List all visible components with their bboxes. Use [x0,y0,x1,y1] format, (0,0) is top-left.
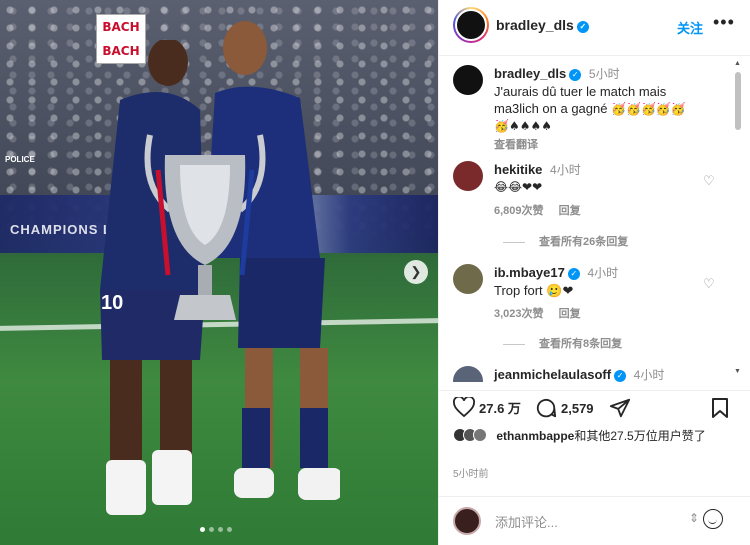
add-comment-bar: 添加评论... ⇕ [439,496,750,545]
author-avatar[interactable] [453,7,489,43]
current-user-avatar [453,507,481,535]
scrollbar-thumb[interactable] [735,72,741,130]
liked-by-summary[interactable]: ethanmbappe和其他27.5万位用户赞了 [453,428,743,444]
caption-avatar[interactable] [453,65,483,95]
comment-like-count[interactable]: 3,023次赞 [494,308,544,320]
carousel-dots [200,527,232,532]
verified-badge-icon: ✓ [569,69,582,81]
post-timestamp: 5小时前 [453,469,489,480]
post-actions: 27.6 万 2,579 [439,390,750,424]
scroll-up-icon[interactable]: ▲ [734,60,741,67]
commenter-avatar[interactable] [453,264,483,294]
comment-text: 😂😂❤❤ [494,180,543,194]
expand-icon[interactable]: ⇕ [689,511,699,525]
reply-button[interactable]: 回复 [559,308,581,320]
police-label: POLICE [5,155,35,164]
author-username[interactable]: bradley_dls ✓ [496,17,589,33]
post-photo[interactable]: BACH BACH CHAMPIONS LEAGUE POLICE 10 ❯ [0,0,438,545]
share-action[interactable] [609,397,631,419]
comment-time: 4小时 [587,266,619,280]
commenter-avatar[interactable] [453,366,483,382]
commenter-username[interactable]: jeanmichelaulasoff [494,367,611,382]
liked-by-user[interactable]: ethanmbappe [496,429,574,443]
caption-text-line2: ma3lich on a gagné [494,101,608,116]
verified-badge-icon: ✓ [614,370,627,382]
caption-username[interactable]: bradley_dls [494,66,566,81]
comment-input[interactable]: 添加评论... [495,512,558,531]
emoji-icon[interactable] [703,509,723,529]
liked-by-rest[interactable]: 和其他27.5万位用户赞了 [574,429,705,443]
post-header: bradley_dls ✓ 关注 ••• [439,0,750,56]
carousel-dot [209,527,214,532]
commenter-username[interactable]: ib.mbaye17 [494,265,565,280]
verified-badge-icon: ✓ [567,268,580,280]
reply-button[interactable]: 回复 [559,205,581,217]
comment-time: 4小时 [550,163,581,177]
like-count[interactable]: 27.6 万 [479,398,521,417]
comment-text: Trop fort 🥲❤ [494,283,574,298]
comment-action[interactable]: 2,579 [535,397,594,419]
more-options-icon[interactable]: ••• [713,12,735,33]
commenter-avatar[interactable] [453,161,483,191]
view-replies-link[interactable]: 查看所有8条回复 [503,335,622,351]
heart-icon[interactable]: ♡ [703,276,715,292]
caption-text-line1: J'aurais dû tuer le match mais [494,84,667,99]
trophy-image [144,134,266,320]
chevron-right-icon: ❯ [410,264,422,279]
caption-emoji-2: 🥳♠♠♠♠ [494,119,552,133]
comment-count: 2,579 [561,400,594,416]
commenter-username[interactable]: hekitike [494,162,542,177]
carousel-dot [218,527,223,532]
carousel-dot [227,527,232,532]
save-action[interactable] [711,397,729,419]
verified-badge-icon: ✓ [576,21,589,33]
caption-emoji-1: 🥳🥳🥳🥳🥳 [611,102,686,116]
heart-icon[interactable]: ♡ [703,173,715,189]
comment-time: 4小时 [633,368,665,382]
bookmark-icon[interactable] [711,397,729,419]
liker-avatars [453,428,493,442]
comments-list[interactable]: bradley_dls ✓ 5小时 J'aurais dû tuer le mat… [439,57,750,382]
comment-icon[interactable] [535,397,557,419]
like-action[interactable]: 27.6 万 [453,397,521,417]
carousel-dot [200,527,205,532]
scroll-down-icon[interactable]: ▼ [734,368,741,375]
carousel-next-button[interactable]: ❯ [404,260,428,284]
see-translation-link[interactable]: 查看翻译 [494,137,719,154]
post-side-panel: bradley_dls ✓ 关注 ••• bradley_dls ✓ 5小时 J'a… [438,0,750,545]
jersey-number: 10 [101,292,124,314]
send-icon[interactable] [609,397,631,419]
heart-icon[interactable] [453,397,475,417]
follow-button[interactable]: 关注 [677,18,703,37]
view-replies-link[interactable]: 查看所有26条回复 [503,233,628,249]
comment-like-count[interactable]: 6,809次赞 [494,205,544,217]
caption-time: 5小时 [588,67,620,81]
comments-scrollbar[interactable]: ▲ ▼ [734,60,742,378]
